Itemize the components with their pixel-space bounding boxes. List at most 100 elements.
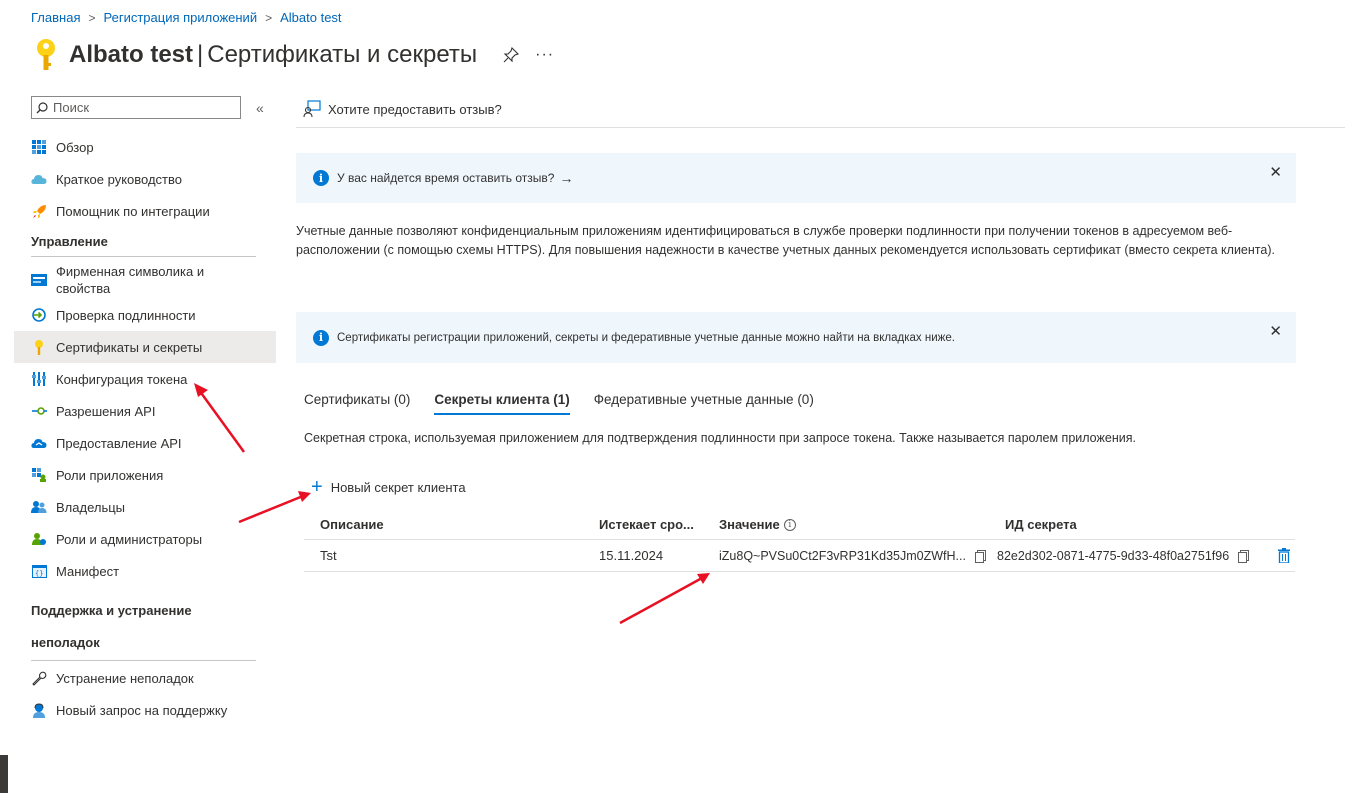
divider [296, 127, 1345, 128]
svg-text:{}: {} [35, 569, 43, 577]
plus-icon: + [311, 476, 323, 498]
page-header: Albato test | Сертификаты и секреты ··· [33, 38, 554, 72]
sidebar-item-overview[interactable]: Обзор [14, 131, 276, 163]
chevron-right-icon: > [88, 10, 96, 25]
support-icon [31, 702, 47, 718]
cell-description: Tst [320, 548, 337, 563]
column-header-value-label: Значение [719, 517, 780, 532]
sidebar-item-label: Роли приложения [56, 467, 164, 483]
key-icon [37, 39, 55, 70]
sidebar-item-label: Проверка подлинности [56, 307, 196, 323]
search-input[interactable] [53, 100, 223, 115]
chevron-right-icon: > [265, 10, 273, 25]
secrets-table: Описание Истекает сро... Значение i ИД с… [304, 510, 1295, 572]
sidebar-item-branding[interactable]: Фирменная символика и свойства [14, 261, 276, 299]
token-icon [31, 371, 47, 387]
close-icon[interactable]: ✕ [1269, 163, 1282, 181]
owners-icon [31, 499, 47, 515]
feedback-link[interactable]: Хотите предоставить отзыв? [303, 100, 502, 118]
sidebar-item-certificates-secrets[interactable]: Сертификаты и секреты [14, 331, 276, 363]
app-name: Albato test [69, 41, 194, 68]
table-row: Tst 15.11.2024 iZu8Q~PVSu0Ct2F3vRP31Kd35… [304, 540, 1295, 572]
breadcrumb-app-registrations[interactable]: Регистрация приложений [104, 10, 258, 25]
search-icon [36, 101, 48, 113]
wrench-icon [31, 670, 47, 686]
sidebar-item-troubleshooting[interactable]: Устранение неполадок [14, 662, 276, 694]
manifest-icon: {} [31, 563, 47, 579]
tabs-info-banner: i Сертификаты регистрации приложений, се… [296, 312, 1296, 363]
annotation-arrow [619, 573, 710, 625]
feedback-banner: i У вас найдется время оставить отзыв? →… [296, 153, 1296, 203]
sidebar-item-authentication[interactable]: Проверка подлинности [14, 299, 276, 331]
column-header-expires[interactable]: Истекает сро... [599, 510, 694, 539]
feedback-text: Хотите предоставить отзыв? [328, 101, 502, 117]
grid-icon [31, 139, 47, 155]
collapse-sidebar-icon[interactable]: « [256, 100, 264, 116]
sidebar-item-owners[interactable]: Владельцы [14, 491, 276, 523]
arrow-right-icon[interactable]: → [559, 170, 573, 186]
sidebar-item-label: Владельцы [56, 499, 126, 515]
tab-client-secrets[interactable]: Секреты клиента (1) [434, 392, 571, 415]
page-subtitle: Сертификаты и секреты [207, 41, 478, 68]
breadcrumb: Главная > Регистрация приложений > Albat… [31, 10, 342, 25]
sidebar-item-token-config[interactable]: Конфигурация токена [14, 363, 276, 395]
delete-icon[interactable] [1278, 548, 1290, 563]
sidebar-item-label: Разрешения API [56, 403, 156, 419]
sidebar-item-api-permissions[interactable]: Разрешения API [14, 395, 276, 427]
new-secret-label: Новый секрет клиента [330, 479, 466, 495]
sidebar-item-app-roles[interactable]: Роли приложения [14, 459, 276, 491]
sidebar-item-roles-admins[interactable]: Роли и администраторы [14, 523, 276, 555]
sidebar-item-label: Роли и администраторы [56, 531, 203, 547]
section-support-line1: Поддержка и устранение [31, 603, 192, 618]
feedback-icon [303, 100, 321, 118]
copy-icon[interactable] [974, 549, 986, 563]
pin-icon[interactable] [503, 47, 520, 63]
cell-value: iZu8Q~PVSu0Ct2F3vRP31Kd35Jm0ZWfH... [719, 540, 986, 571]
sidebar-item-quickstart[interactable]: Краткое руководство [14, 163, 276, 195]
sidebar-item-label: Помощник по интеграции [56, 203, 210, 219]
cell-secret-id: 82e2d302-0871-4775-9d33-48f0a2751f96 [997, 540, 1250, 571]
branding-icon [31, 272, 47, 288]
tab-certificates[interactable]: Сертификаты (0) [304, 392, 410, 412]
sidebar-item-manifest[interactable]: {} Манифест [14, 555, 276, 587]
rocket-icon [31, 203, 47, 219]
info-icon[interactable]: i [783, 518, 796, 531]
tab-federated-credentials[interactable]: Федеративные учетные данные (0) [594, 392, 814, 412]
roles-admins-icon [31, 531, 47, 547]
tab-bar: Сертификаты (0) Секреты клиента (1) Феде… [304, 392, 838, 415]
column-header-secret-id[interactable]: ИД секрета [1005, 510, 1077, 539]
more-options-icon[interactable]: ··· [535, 46, 554, 64]
sidebar-item-integration-assistant[interactable]: Помощник по интеграции [14, 195, 276, 227]
copy-icon[interactable] [1238, 549, 1250, 563]
sidebar-item-new-support-request[interactable]: Новый запрос на поддержку [14, 694, 276, 726]
sidebar-item-label: Конфигурация токена [56, 371, 188, 387]
banner-text: Сертификаты регистрации приложений, секр… [337, 331, 955, 344]
breadcrumb-home[interactable]: Главная [31, 10, 80, 25]
app-roles-icon [31, 467, 47, 483]
tab-description: Секретная строка, используемая приложени… [304, 431, 1136, 445]
breadcrumb-app[interactable]: Albato test [280, 10, 341, 25]
info-icon: i [313, 170, 329, 186]
secret-id: 82e2d302-0871-4775-9d33-48f0a2751f96 [997, 548, 1230, 563]
sidebar-item-expose-api[interactable]: Предоставление API [14, 427, 276, 459]
column-header-value[interactable]: Значение i [719, 510, 796, 539]
sidebar-item-label: Сертификаты и секреты [56, 339, 203, 355]
title-separator: | [197, 41, 204, 68]
column-header-description[interactable]: Описание [320, 510, 384, 539]
auth-icon [31, 307, 47, 323]
key-icon [31, 339, 47, 355]
sidebar-item-label: Манифест [56, 563, 120, 579]
sidebar-item-label: Фирменная символика и свойства [56, 264, 205, 296]
window-edge [0, 755, 8, 793]
section-support: Поддержка и устранение неполадок [14, 595, 276, 659]
close-icon[interactable]: ✕ [1269, 322, 1282, 340]
banner-text[interactable]: У вас найдется время оставить отзыв? [337, 171, 554, 185]
sidebar-item-label: Краткое руководство [56, 171, 182, 187]
page-title: Albato test | Сертификаты и секреты [69, 41, 477, 69]
sidebar-item-label: Предоставление API [56, 435, 182, 451]
sidebar-search[interactable] [31, 96, 241, 119]
new-client-secret-button[interactable]: + Новый секрет клиента [311, 476, 466, 498]
section-manage: Управление [31, 234, 108, 249]
api-permissions-icon [31, 403, 47, 419]
info-icon: i [313, 329, 329, 346]
